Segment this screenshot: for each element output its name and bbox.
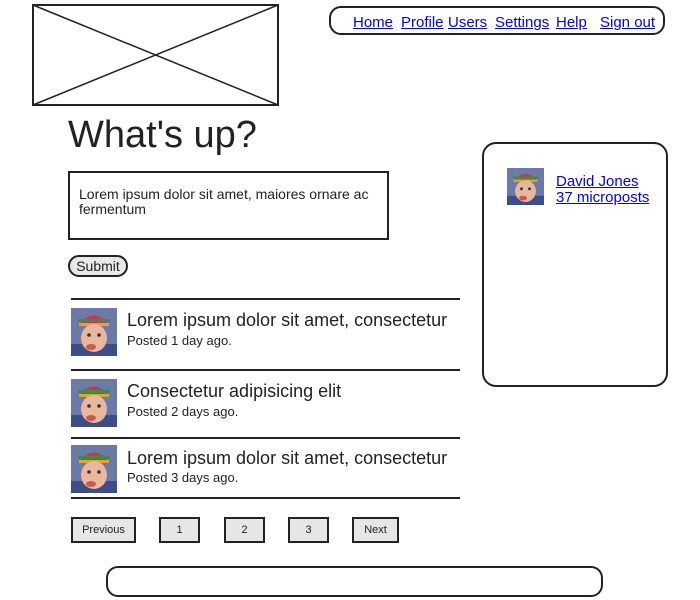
nav-profile-link[interactable]: Profile — [401, 14, 444, 31]
page-1-button[interactable]: 1 — [159, 517, 200, 543]
user-info-sidebar: David Jones 37 microposts — [482, 142, 668, 387]
avatar[interactable] — [71, 379, 117, 427]
footer — [106, 566, 603, 597]
feed-item: Consectetur adipisicing elit Posted 2 da… — [71, 371, 460, 431]
micropost-textarea[interactable]: Lorem ipsum dolor sit amet, maiores orna… — [68, 171, 389, 240]
image-placeholder-icon — [32, 4, 279, 106]
nav-home-link[interactable]: Home — [353, 14, 393, 31]
user-avatar-icon — [507, 168, 544, 205]
user-avatar-icon — [71, 308, 117, 356]
nav-signout-link[interactable]: Sign out — [600, 14, 655, 31]
nav-help-link[interactable]: Help — [556, 14, 587, 31]
feed-item-content: Consectetur adipisicing elit — [127, 381, 342, 401]
previous-page-button[interactable]: Previous — [71, 517, 136, 543]
feed-item-content: Lorem ipsum dolor sit amet, consectetur — [127, 448, 448, 468]
nav-users-link[interactable]: Users — [448, 14, 487, 31]
feed-item-timestamp: Posted 1 day ago. — [127, 333, 232, 348]
page-2-button[interactable]: 2 — [224, 517, 265, 543]
micropost-count-link[interactable]: 37 microposts — [556, 189, 649, 206]
feed-item-content: Lorem ipsum dolor sit amet, consectetur — [127, 310, 448, 330]
logo-placeholder — [32, 4, 279, 106]
next-page-button[interactable]: Next — [352, 517, 399, 543]
feed-item-timestamp: Posted 2 days ago. — [127, 404, 239, 419]
feed-divider — [71, 497, 460, 499]
avatar[interactable] — [507, 168, 544, 205]
user-avatar-icon — [71, 445, 117, 493]
page-title: What's up? — [68, 114, 257, 156]
page-3-button[interactable]: 3 — [288, 517, 329, 543]
user-avatar-icon — [71, 379, 117, 427]
feed-item-timestamp: Posted 3 days ago. — [127, 470, 239, 485]
submit-button[interactable]: Submit — [68, 255, 128, 277]
nav-settings-link[interactable]: Settings — [495, 14, 549, 31]
avatar[interactable] — [71, 445, 117, 493]
feed-item: Lorem ipsum dolor sit amet, consectetur … — [71, 300, 460, 360]
top-navigation: Home Profile Users Settings Help Sign ou… — [329, 6, 665, 35]
feed-item: Lorem ipsum dolor sit amet, consectetur … — [71, 439, 460, 499]
user-name-link[interactable]: David Jones — [556, 173, 639, 190]
avatar[interactable] — [71, 308, 117, 356]
